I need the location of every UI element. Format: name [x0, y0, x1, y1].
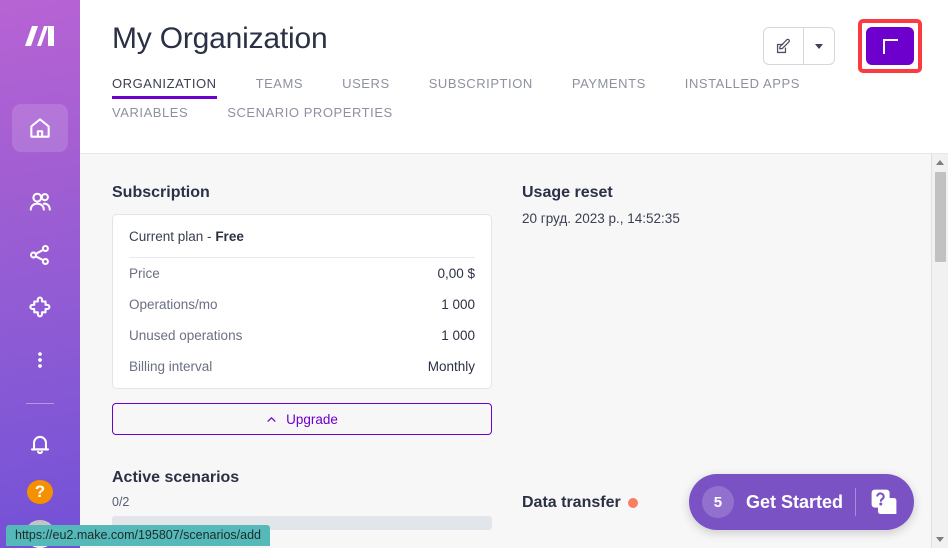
sidebar-item-help[interactable]: ? [27, 480, 53, 505]
bell-icon [30, 435, 50, 454]
triangle-up-icon [936, 160, 944, 165]
tab-variables[interactable]: VARIABLES [112, 105, 188, 134]
add-button-highlight [858, 19, 922, 73]
current-plan-row: Current plan - Free [129, 215, 475, 258]
active-scenarios-heading: Active scenarios [112, 469, 240, 486]
sidebar-item-home[interactable] [12, 103, 68, 152]
make-logo[interactable] [0, 0, 80, 74]
question-mark-icon: ? [34, 482, 46, 502]
table-row: Price 0,00 $ [129, 258, 475, 289]
tab-payments[interactable]: PAYMENTS [572, 76, 646, 105]
subscription-heading: Subscription [112, 184, 210, 201]
current-plan-value: Free [215, 229, 244, 244]
tab-scenario-properties[interactable]: SCENARIO PROPERTIES [227, 105, 393, 120]
plus-icon [882, 38, 898, 54]
tab-teams[interactable]: TEAMS [256, 76, 304, 105]
upgrade-button[interactable]: Upgrade [112, 403, 492, 435]
page-header: My Organization ORGANIZATION TEAMS USERS… [80, 0, 948, 154]
row-value: 1 000 [441, 328, 475, 343]
header-actions [763, 19, 922, 73]
sidebar-item-scenarios[interactable] [12, 235, 68, 276]
row-value: 1 000 [441, 297, 475, 312]
row-key: Operations/mo [129, 297, 218, 312]
add-button[interactable] [866, 27, 914, 65]
scrollbar-up-button[interactable] [931, 154, 948, 171]
edit-dropdown-button[interactable] [804, 28, 834, 64]
usage-reset-heading: Usage reset [522, 184, 613, 201]
data-transfer-heading: Data transfer [522, 494, 621, 511]
table-row: Operations/mo 1 000 [129, 289, 475, 320]
active-scenarios-counter: 0/2 [112, 495, 130, 509]
sidebar-item-apps[interactable] [12, 287, 68, 328]
chevron-down-icon [815, 43, 823, 49]
puzzle-piece-icon [29, 296, 51, 318]
triangle-down-icon [936, 537, 944, 542]
row-key: Billing interval [129, 359, 213, 374]
subscription-column: Subscription Current plan - Free Price 0… [112, 184, 492, 548]
edit-pencil-icon [776, 38, 790, 53]
get-started-divider [855, 488, 856, 516]
current-plan-label: Current plan - [129, 229, 212, 244]
upgrade-label: Upgrade [286, 411, 338, 427]
sidebar-item-teams[interactable] [12, 182, 68, 223]
share-nodes-icon [29, 244, 49, 266]
tab-installed-apps[interactable]: INSTALLED APPS [685, 76, 800, 105]
sidebar-item-more[interactable] [12, 340, 68, 381]
status-bar-url: https://eu2.make.com/195807/scenarios/ad… [6, 525, 270, 546]
table-row: Billing interval Monthly [129, 351, 475, 388]
sidebar: ? [0, 0, 80, 548]
main-area: My Organization ORGANIZATION TEAMS USERS… [80, 0, 948, 548]
sidebar-divider [26, 402, 54, 404]
vertical-scrollbar[interactable] [931, 154, 948, 548]
users-icon [29, 193, 51, 211]
status-dot-icon [627, 498, 638, 508]
table-row: Unused operations 1 000 [129, 320, 475, 351]
usage-reset-date: 20 груд. 2023 р., 14:52:35 [522, 211, 680, 226]
scrollbar-thumb[interactable] [934, 172, 946, 262]
row-key: Price [129, 266, 160, 281]
tab-subscription[interactable]: SUBSCRIPTION [429, 76, 533, 105]
more-vertical-icon [38, 352, 42, 369]
edit-split-button[interactable] [763, 27, 835, 65]
app-window: ? My Organization ORGANIZATION TEAMS USE… [0, 0, 948, 548]
row-value: Monthly [427, 359, 475, 374]
question-card-icon [871, 489, 897, 514]
scrollbar-down-button[interactable] [931, 531, 948, 548]
home-icon [30, 118, 50, 138]
chevron-up-icon [267, 416, 276, 422]
get-started-count-badge: 5 [701, 486, 734, 518]
row-value: 0,00 $ [437, 266, 475, 281]
tab-users[interactable]: USERS [342, 76, 390, 105]
get-started-label: Get Started [745, 491, 843, 512]
tab-organization[interactable]: ORGANIZATION [112, 76, 217, 105]
get-started-button[interactable]: 5 Get Started [688, 474, 914, 530]
edit-button[interactable] [764, 28, 803, 64]
make-logo-icon [25, 25, 54, 46]
row-key: Unused operations [129, 328, 243, 343]
subscription-card: Current plan - Free Price 0,00 $ Operati… [112, 214, 492, 389]
sidebar-item-notifications[interactable] [12, 424, 68, 465]
